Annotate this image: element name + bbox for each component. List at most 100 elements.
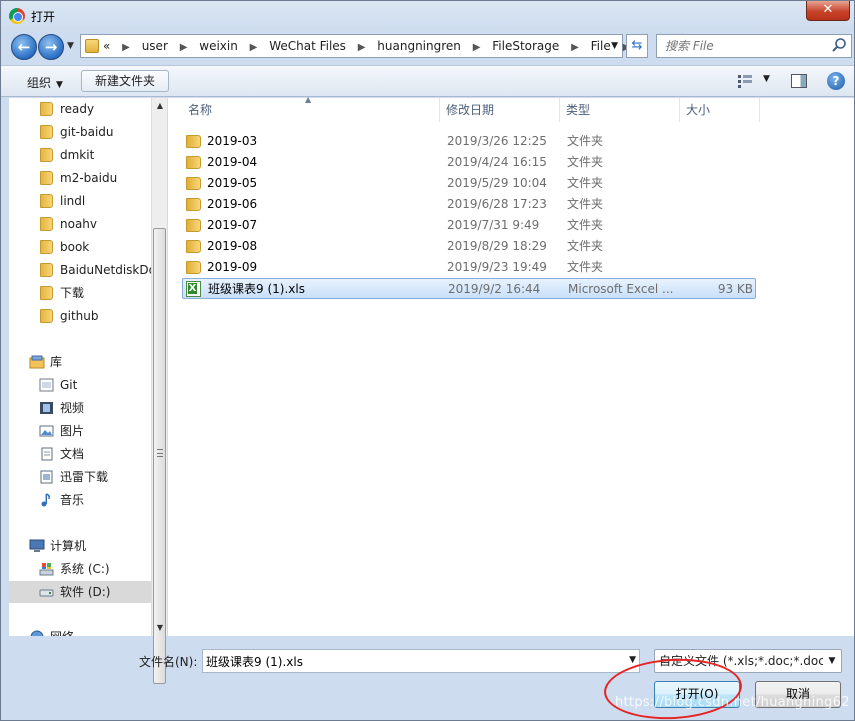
sidebar-item-pictures[interactable]: 图片 (9, 420, 151, 442)
sidebar-item-libraries[interactable]: 库 (9, 351, 151, 373)
column-date[interactable]: 修改日期 (440, 98, 560, 122)
folder-icon (40, 148, 53, 162)
folder-icon (40, 240, 53, 254)
column-size[interactable]: 大小 (680, 98, 760, 122)
view-options-icon[interactable] (737, 74, 753, 88)
picture-icon (39, 425, 54, 437)
file-type-select[interactable]: 自定义文件 (*.xls;*.doc;*.docx) ▼ (654, 649, 842, 673)
breadcrumb-item[interactable]: user (142, 35, 168, 57)
chevron-right-icon[interactable]: ▶ (122, 37, 130, 59)
history-dropdown-icon[interactable]: ▼ (67, 41, 74, 51)
sidebar-item-folder[interactable]: dmkit (9, 144, 151, 166)
breadcrumb-overflow[interactable]: « (103, 35, 110, 57)
folder-icon (186, 219, 201, 232)
organize-label: 组织 (27, 76, 52, 90)
chevron-right-icon[interactable]: ▶ (180, 37, 188, 59)
navigation-pane: ready git-baidu dmkit m2-baidu lindl noa… (9, 98, 151, 636)
sidebar-item-folder[interactable]: BaiduNetdiskDownload (9, 259, 151, 281)
folder-icon (186, 198, 201, 211)
file-row-folder[interactable]: 2019-07 2019/7/31 9:49 文件夹 (182, 215, 756, 236)
close-button[interactable]: ✕ (806, 1, 850, 21)
sidebar-item-folder[interactable]: m2-baidu (9, 167, 151, 189)
sidebar-item-git[interactable]: Git (9, 374, 151, 396)
chevron-right-icon[interactable]: ▶ (473, 37, 481, 59)
folder-icon (40, 309, 53, 323)
folder-icon (186, 240, 201, 253)
scroll-down-icon[interactable]: ▼ (152, 620, 168, 636)
sidebar-item-documents[interactable]: 文档 (9, 443, 151, 465)
search-input[interactable] (665, 35, 825, 57)
download-icon (40, 470, 53, 484)
watermark: https://blog.csdn.net/huangning62 (615, 695, 850, 710)
sidebar-item-folder[interactable]: lindl (9, 190, 151, 212)
breadcrumb-item[interactable]: FileStorage (492, 35, 559, 57)
sidebar-item-drive-c[interactable]: 系统 (C:) (9, 558, 151, 580)
sidebar-item-folder[interactable]: book (9, 236, 151, 258)
file-row-folder[interactable]: 2019-08 2019/8/29 18:29 文件夹 (182, 236, 756, 257)
network-icon (30, 630, 44, 636)
view-dropdown-icon[interactable]: ▼ (763, 74, 770, 84)
chrome-icon (9, 8, 25, 24)
folder-icon (40, 194, 53, 208)
new-folder-button[interactable]: 新建文件夹 (81, 70, 169, 92)
chevron-right-icon[interactable]: ▶ (358, 37, 366, 59)
sidebar-item-folder[interactable]: ready (9, 98, 151, 120)
help-button[interactable]: ? (827, 72, 845, 90)
library-icon (29, 355, 45, 369)
file-row-folder[interactable]: 2019-03 2019/3/26 12:25 文件夹 (182, 131, 756, 152)
column-type[interactable]: 类型 (560, 98, 680, 122)
sidebar-item-folder[interactable]: noahv (9, 213, 151, 235)
preview-pane-icon[interactable] (791, 74, 807, 88)
sidebar-item-folder[interactable]: git-baidu (9, 121, 151, 143)
folder-icon (186, 135, 201, 148)
chevron-right-icon[interactable]: ▶ (571, 37, 579, 59)
folder-icon (40, 125, 53, 139)
window-title: 打开 (31, 10, 56, 24)
sidebar-item-folder[interactable]: github (9, 305, 151, 327)
sidebar-item-video[interactable]: 视频 (9, 397, 151, 419)
chevron-right-icon[interactable]: ▶ (250, 37, 258, 59)
folder-icon (186, 177, 201, 190)
chevron-down-icon: ▼ (56, 80, 63, 90)
sidebar-item-music[interactable]: 音乐 (9, 489, 151, 511)
title-bar: 打开 ✕ (1, 1, 854, 31)
scroll-up-icon[interactable]: ▲ (152, 98, 168, 114)
refresh-button[interactable]: ⇆ (626, 34, 648, 58)
forward-button[interactable]: → (38, 34, 64, 60)
sidebar-scrollbar[interactable]: ▲ ▼ (151, 98, 168, 684)
folder-icon (85, 39, 99, 53)
organize-menu[interactable]: 组织 ▼ (27, 74, 63, 91)
folder-icon (40, 263, 53, 277)
sidebar-item-network[interactable]: 网络 (9, 626, 151, 636)
filename-input[interactable] (203, 650, 613, 672)
breadcrumb-item[interactable]: weixin (199, 35, 238, 57)
chevron-down-icon[interactable]: ▼ (823, 650, 841, 672)
breadcrumb-item[interactable]: WeChat Files (269, 35, 346, 57)
search-icon[interactable] (831, 37, 847, 53)
breadcrumb-item[interactable]: huangningren (377, 35, 461, 57)
sidebar-item-computer[interactable]: 计算机 (9, 535, 151, 557)
folder-icon (186, 261, 201, 274)
scrollbar-thumb[interactable] (153, 228, 166, 684)
toolbar: 组织 ▼ 新建文件夹 ▼ ? (1, 65, 854, 97)
folder-icon (40, 286, 53, 300)
sidebar-item-thunder-downloads[interactable]: 迅雷下载 (9, 466, 151, 488)
file-row-folder[interactable]: 2019-05 2019/5/29 10:04 文件夹 (182, 173, 756, 194)
folder-icon (186, 156, 201, 169)
address-dropdown-icon[interactable]: ▼ (611, 35, 618, 57)
address-bar[interactable]: « ▶ user ▶ weixin ▶ WeChat Files ▶ huang… (80, 34, 630, 59)
file-row-excel-selected[interactable]: 班级课表9 (1).xls2019/9/2 16:44Microsoft Exc… (182, 278, 756, 299)
breadcrumb-item[interactable]: File (591, 35, 611, 57)
file-row-folder[interactable]: 2019-06 2019/6/28 17:23 文件夹 (182, 194, 756, 215)
computer-icon (29, 539, 45, 552)
sidebar-item-folder[interactable]: 下载 (9, 282, 151, 304)
folder-icon (40, 102, 53, 116)
sidebar-item-drive-d[interactable]: 软件 (D:) (9, 581, 151, 603)
search-box[interactable] (656, 34, 852, 58)
back-button[interactable]: ← (11, 34, 37, 60)
folder-icon (40, 171, 53, 185)
file-row-folder[interactable]: 2019-09 2019/9/23 19:49 文件夹 (182, 257, 756, 278)
file-row-folder[interactable]: 2019-04 2019/4/24 16:15 文件夹 (182, 152, 756, 173)
filename-combobox[interactable]: ▼ (202, 649, 640, 673)
chevron-down-icon[interactable]: ▼ (629, 655, 636, 665)
